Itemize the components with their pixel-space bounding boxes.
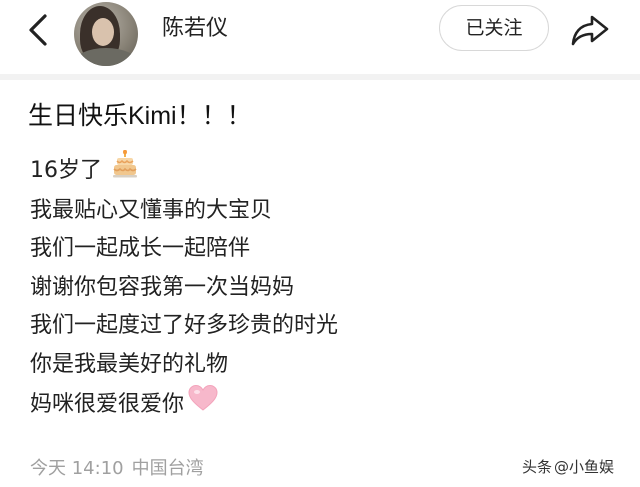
post-line-text: 你是我最美好的礼物 [30,351,229,377]
post-meta: 今天 14:10 中国台湾 [30,454,204,484]
watermark: 头条 @小鱼娱 [522,454,614,480]
pink-heart-icon [188,384,218,426]
post-line-text: 谢谢你包容我第一次当妈妈 [30,274,295,300]
post-body: 16岁了 我最贴心又懂事的大宝贝 我们一起成长一起陪伴 谢谢你包容我第一次当妈妈… [30,149,590,426]
birthday-cake-icon [112,149,138,192]
post-line-text: 我们一起成长一起陪伴 [30,236,251,261]
post-title: 生日快乐Kimi！！！ [28,102,252,130]
post-line: 谢谢你包容我第一次当妈妈 [30,269,590,308]
share-button[interactable] [568,10,612,50]
avatar[interactable] [74,2,138,66]
follow-button[interactable]: 已关注 [439,5,549,51]
post-line: 我们一起成长一起陪伴 [30,230,590,269]
post-line-text: 16岁了 [30,157,102,183]
post-line-text: 妈咪很爱很爱你 [30,391,185,417]
share-arrow-icon [571,15,609,46]
post-time: 今天 14:10 [30,458,124,479]
chevron-left-icon [29,14,47,46]
post-line: 我最贴心又懂事的大宝贝 [30,192,590,231]
post-line: 你是我最美好的礼物 [30,346,590,385]
watermark-handle: @小鱼娱 [554,458,615,476]
post-line: 16岁了 [30,149,590,192]
watermark-source: 头条 [522,458,553,476]
post-line: 妈咪很爱很爱你 [30,384,590,426]
username[interactable]: 陈若仪 [162,12,228,46]
post-line: 我们一起度过了好多珍贵的时光 [30,307,590,346]
avatar-face [92,18,114,46]
app-header: 陈若仪 已关注 [0,0,640,70]
header-divider [0,74,640,80]
post-location: 中国台湾 [131,458,204,479]
post-line-text: 我最贴心又懂事的大宝贝 [30,197,273,223]
post-line-text: 我们一起度过了好多珍贵的时光 [30,313,339,338]
back-button[interactable] [18,10,58,50]
